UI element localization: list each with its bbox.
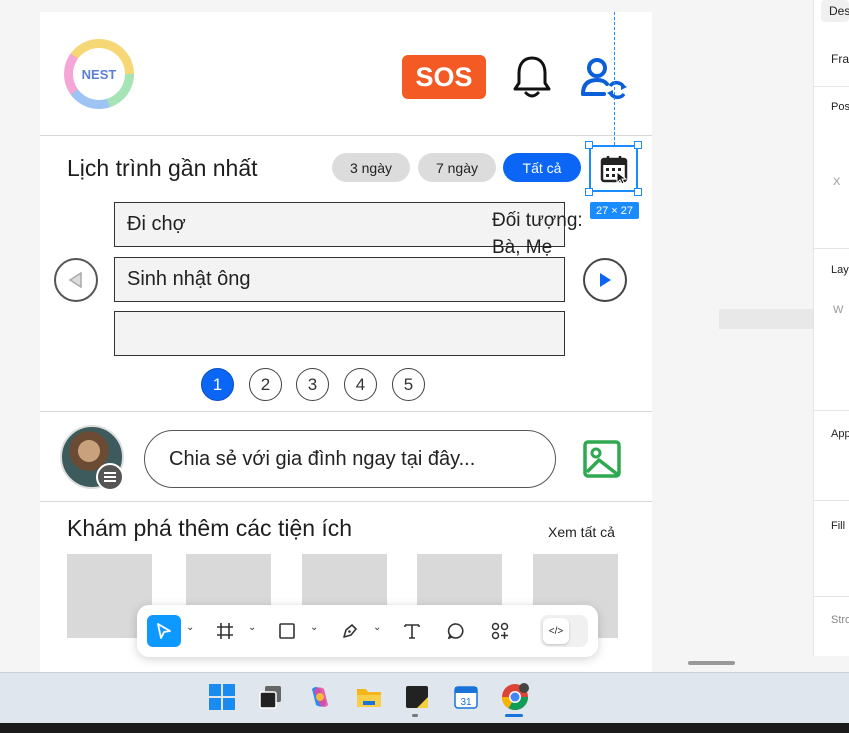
resize-handle-tl[interactable] (585, 141, 593, 149)
design-tab[interactable]: Des (821, 0, 849, 22)
page-2[interactable]: 2 (249, 368, 282, 401)
pen-icon (343, 624, 357, 638)
explore-title: Khám phá thêm các tiện ích (67, 515, 353, 541)
user-sync-icon[interactable] (580, 56, 628, 102)
text-icon (404, 624, 420, 639)
homepage-frame[interactable]: NEST SOS Lịch trình gần nhất 3 ngày 7 ng… (40, 12, 652, 672)
panel-section-stroke: Stro (831, 614, 849, 626)
bottom-strip (0, 723, 849, 733)
calendar-button-selected[interactable] (589, 145, 638, 192)
task-view-icon[interactable] (257, 683, 285, 711)
panel-section-layout: Lay (831, 264, 849, 276)
share-divider (40, 501, 652, 502)
design-canvas[interactable]: NEST SOS Lịch trình gần nhất 3 ngày 7 ng… (0, 0, 813, 672)
figma-toolbar: ⌄ ⌄ ⌄ ⌄ </> (137, 605, 598, 657)
page-4[interactable]: 4 (344, 368, 377, 401)
comment-tool[interactable] (442, 615, 470, 647)
chevron-down-icon[interactable]: ⌄ (373, 622, 381, 633)
filter-3-days[interactable]: 3 ngày (332, 153, 410, 182)
resize-handle-br[interactable] (634, 188, 642, 196)
calendar-badge: 31 (460, 697, 472, 708)
panel-divider (814, 596, 849, 597)
selection-size-badge: 27 × 27 (590, 202, 639, 219)
panel-section-frame[interactable]: Fra (831, 52, 849, 66)
bell-icon[interactable] (510, 54, 554, 100)
arrow-right-icon (600, 273, 611, 287)
active-app-indicator (505, 714, 523, 717)
header-divider (40, 135, 652, 136)
schedule-divider (40, 411, 652, 412)
actions-tool[interactable] (486, 615, 514, 647)
comment-icon (447, 623, 464, 640)
file-explorer-icon[interactable] (355, 683, 383, 711)
calendar-app-icon[interactable]: 31 (452, 683, 480, 711)
target-label: Đối tượng: Bà, Mẹ (492, 207, 583, 261)
target-line-2: Bà, Mẹ (492, 237, 553, 258)
chevron-down-icon[interactable]: ⌄ (248, 622, 256, 633)
dev-mode-toggle[interactable]: </> (540, 615, 588, 647)
chevron-down-icon[interactable]: ⌄ (186, 622, 194, 633)
chevron-down-icon[interactable]: ⌄ (310, 622, 318, 633)
arrow-left-icon (68, 271, 82, 289)
see-all-link[interactable]: Xem tất cả (548, 524, 615, 540)
next-button[interactable] (583, 258, 627, 302)
hash-frame-icon (217, 623, 233, 639)
filter-7-days[interactable]: 7 ngày (418, 153, 496, 182)
chrome-icon[interactable] (499, 681, 531, 713)
panel-section-fill: Fill (831, 520, 846, 532)
components-icon (491, 622, 509, 640)
page-1[interactable]: 1 (201, 368, 234, 401)
x-label: X (833, 176, 841, 188)
page-5[interactable]: 5 (392, 368, 425, 401)
properties-panel: Fra Pos X Lay W App Fill Stro (813, 0, 849, 656)
share-input[interactable]: Chia sẻ với gia đình ngay tại đây... (144, 430, 556, 488)
width-label: W (833, 304, 844, 316)
shape-tool[interactable] (273, 615, 301, 647)
calendar-icon (600, 155, 627, 184)
code-icon: </> (543, 618, 569, 644)
cursor-icon (157, 623, 171, 639)
alignment-guide (614, 12, 615, 145)
schedule-item[interactable]: Sinh nhật ông (114, 257, 565, 302)
schedule-title: Lịch trình gần nhất (67, 155, 258, 181)
panel-divider (814, 410, 849, 411)
resize-handle-bl[interactable] (585, 188, 593, 196)
panel-section-position: Pos (831, 101, 849, 113)
schedule-item[interactable] (114, 311, 565, 356)
filter-all[interactable]: Tất cả (503, 153, 581, 182)
move-tool[interactable] (147, 615, 181, 647)
sticky-notes-icon[interactable] (403, 683, 431, 711)
menu-icon[interactable] (96, 463, 124, 491)
target-line-1: Đối tượng: (492, 210, 583, 231)
pen-tool[interactable] (336, 615, 364, 647)
rectangle-icon (279, 623, 295, 639)
frame-tool[interactable] (211, 615, 239, 647)
logo-text: NEST (73, 48, 125, 100)
text-tool[interactable] (398, 615, 426, 647)
panel-divider (814, 86, 849, 87)
page-3[interactable]: 3 (296, 368, 329, 401)
panel-section-appearance: App (831, 428, 849, 440)
panel-resize-handle[interactable] (688, 661, 735, 665)
panel-divider (814, 248, 849, 249)
nest-logo: NEST (64, 39, 134, 109)
panel-divider (814, 500, 849, 501)
windows-start-icon[interactable] (208, 683, 236, 711)
canvas-scrollbar[interactable] (719, 309, 813, 329)
running-app-indicator (412, 714, 418, 717)
image-icon[interactable] (583, 440, 621, 478)
prev-button[interactable] (54, 258, 98, 302)
resize-handle-tr[interactable] (634, 141, 642, 149)
copilot-icon[interactable] (306, 683, 334, 711)
sos-button[interactable]: SOS (402, 55, 486, 99)
